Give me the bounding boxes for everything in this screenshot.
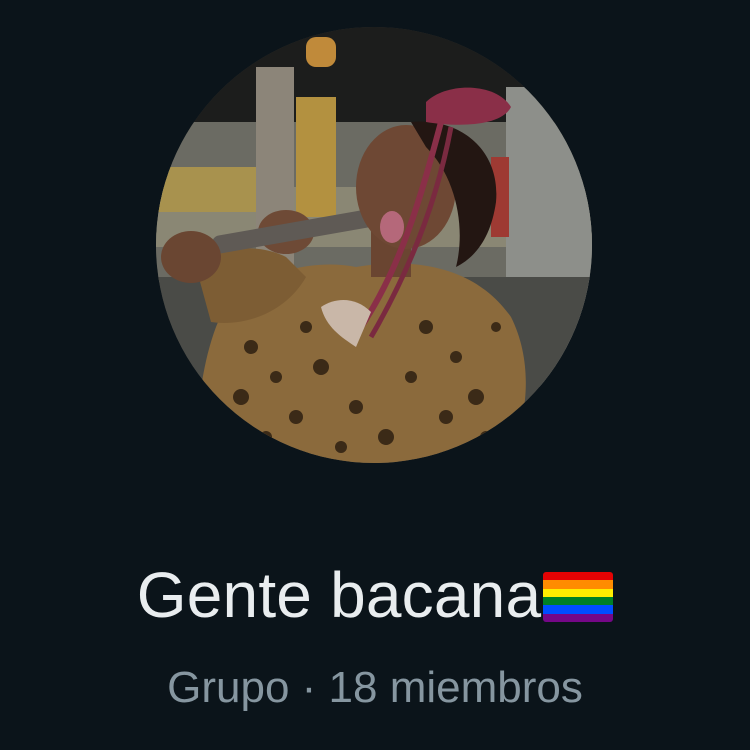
flag-stripe-purple bbox=[543, 613, 614, 622]
subtitle-separator: · bbox=[301, 663, 317, 712]
flag-stripe-yellow bbox=[543, 588, 614, 597]
flag-stripe-red bbox=[543, 572, 614, 581]
group-members-count[interactable]: 18 miembros bbox=[329, 663, 583, 712]
flag-stripe-green bbox=[543, 596, 614, 606]
flag-stripe-orange bbox=[543, 580, 614, 589]
group-type-label: Grupo bbox=[167, 663, 290, 712]
group-subtitle: Grupo · 18 miembros bbox=[0, 660, 750, 716]
group-avatar-photo bbox=[156, 27, 592, 463]
group-name: Gente bacana bbox=[136, 559, 542, 631]
flag-stripe-blue bbox=[543, 605, 614, 614]
group-title-row: Gente bacana bbox=[0, 555, 750, 635]
group-info-screen: Gente bacana Grupo · 18 miembros bbox=[0, 0, 750, 750]
group-avatar[interactable] bbox=[156, 27, 592, 463]
rainbow-flag-icon bbox=[543, 572, 614, 622]
